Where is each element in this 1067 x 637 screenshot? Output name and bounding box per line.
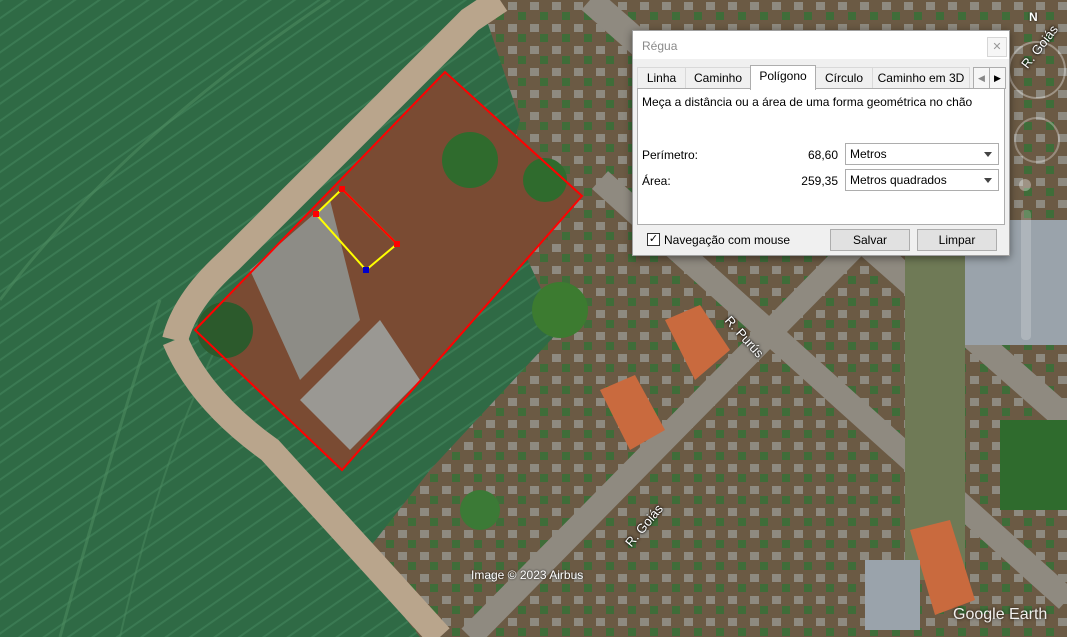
measurement-tabs: Linha Caminho Polígono Círculo Caminho e… [637,65,1007,90]
tab-scroll-left-icon[interactable]: ◀ [973,67,990,89]
perimeter-unit-select[interactable]: Metros [845,143,999,165]
close-icon[interactable]: ✕ [987,37,1007,57]
save-button[interactable]: Salvar [830,229,910,251]
perimeter-unit-value: Metros [850,147,887,161]
navigation-controls[interactable]: N [1007,10,1067,350]
area-unit-select[interactable]: Metros quadrados [845,169,999,191]
tab-linha[interactable]: Linha [637,67,686,89]
clear-button[interactable]: Limpar [917,229,997,251]
imagery-attribution: Image © 2023 Airbus [471,568,584,582]
street-view-icon [1019,179,1031,191]
compass-ring-icon [1008,41,1066,99]
polygon-panel: Meça a distância ou a área de uma forma … [637,88,1005,225]
area-unit-value: Metros quadrados [850,173,947,187]
panel-description: Meça a distância ou a área de uma forma … [642,95,973,109]
ruler-dialog: Régua ✕ Linha Caminho Polígono Círculo C… [632,30,1010,256]
chevron-down-icon [984,152,992,157]
dialog-titlebar[interactable]: Régua ✕ [633,31,1009,59]
google-earth-logo: Google Earth [953,606,1048,623]
zoom-slider-icon [1021,210,1031,340]
tab-caminho-3d[interactable]: Caminho em 3D [872,67,970,89]
mouse-navigation-checkbox[interactable]: ✓ [647,233,660,246]
perimeter-value: 68,60 [807,148,838,162]
chevron-down-icon [984,178,992,183]
dialog-title: Régua [642,39,678,53]
tab-caminho[interactable]: Caminho [685,67,751,89]
perimeter-label: Perímetro: [642,148,699,162]
tab-scroll-right-icon[interactable]: ▶ [989,67,1006,89]
area-value: 259,35 [801,174,838,188]
look-joystick-icon [1014,117,1060,163]
mouse-navigation-label[interactable]: Navegação com mouse [664,233,790,247]
tab-poligono[interactable]: Polígono [750,65,816,90]
area-label: Área: [642,174,671,188]
tab-circulo[interactable]: Círculo [815,67,873,89]
